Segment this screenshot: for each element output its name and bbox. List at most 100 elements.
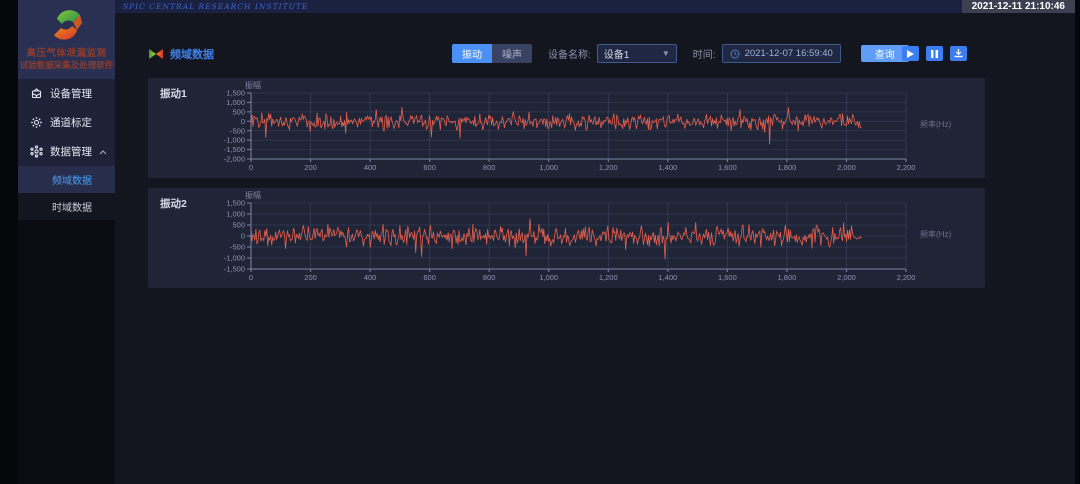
time-label: 时间:: [693, 46, 716, 61]
system-clock-wrap: 2021-12-11 21:10:46: [962, 0, 1075, 13]
device-icon: [30, 87, 43, 100]
screen: 高压气体泄漏监测 试验数据采集及处理软件 设备管理: [0, 0, 1080, 484]
play-button[interactable]: [902, 46, 919, 61]
app-title-line2: 试验数据采集及处理软件: [18, 60, 115, 71]
sidebar: 高压气体泄漏监测 试验数据采集及处理软件 设备管理: [18, 0, 115, 484]
sidebar-subitem-label: 时域数据: [52, 203, 92, 214]
datetime-input[interactable]: 2021-12-07 16:59:40: [722, 44, 841, 63]
chart-svg: 1,5001,0005000-500-1,000-1,500-2,0000200…: [206, 80, 926, 176]
download-button[interactable]: [950, 46, 967, 61]
x-tick-label: 2,000: [837, 163, 856, 172]
logo-block: 高压气体泄漏监测 试验数据采集及处理软件: [18, 0, 115, 79]
y-tick-label: -1,500: [224, 265, 245, 274]
x-tick-label: 1,200: [599, 163, 618, 172]
sidebar-item-frequency-domain-data[interactable]: 频域数据: [18, 166, 115, 193]
y-tick-label: -1,000: [224, 254, 245, 263]
org-title: SPIC CENTRAL RESEARCH INSTITUTE: [115, 2, 308, 11]
data-icon: [30, 145, 43, 158]
vibration-2-chart: 1,500 1,000 500 0 -500 -1,000 -1,500 0 200 400 600…: [206, 190, 926, 286]
sidebar-item-data-management[interactable]: 数据管理: [18, 137, 115, 166]
y-tick-label: -1,000: [224, 136, 245, 145]
calibration-gear-icon: [30, 116, 43, 129]
sidebar-subitem-label: 频域数据: [52, 176, 92, 187]
top-bar: SPIC CENTRAL RESEARCH INSTITUTE 2021-12-…: [115, 0, 1075, 13]
x-tick-label: 200: [304, 273, 317, 282]
sidebar-item-device-management[interactable]: 设备管理: [18, 79, 115, 108]
noise-toggle-button[interactable]: 噪声: [492, 44, 532, 63]
y-tick-label: 500: [232, 221, 245, 230]
sidebar-filler: [18, 220, 115, 484]
main-area: SPIC CENTRAL RESEARCH INSTITUTE 2021-12-…: [115, 0, 1075, 484]
system-clock: 2021-12-11 21:10:46: [972, 1, 1065, 12]
x-tick-label: 800: [483, 163, 496, 172]
y-tick-label: 1,500: [226, 199, 245, 208]
y-tick-label: 0: [241, 117, 245, 126]
bowtie-logo-icon: [148, 48, 164, 60]
x-tick-label: 2,000: [837, 273, 856, 282]
chart-panel-vibration-1: 振动1 1,5001,0005000-500-1,000-1,500-2,000…: [148, 78, 985, 178]
page-title-group: 频域数据: [148, 46, 214, 62]
x-tick-label: 0: [249, 163, 253, 172]
chart-svg: 1,500 1,000 500 0 -500 -1,000 -1,500 0 200 400 600…: [206, 190, 926, 286]
x-tick-label: 400: [364, 163, 377, 172]
x-tick-label: 1,000: [539, 163, 558, 172]
y-axis-label: 振幅: [245, 190, 261, 200]
sidebar-item-channel-calibration[interactable]: 通道标定: [18, 108, 115, 137]
sidebar-item-label: 设备管理: [50, 86, 92, 101]
content-area: 频域数据 振动 噪声 设备名称: 设备1 ▼ 时间:: [115, 13, 1075, 484]
x-tick-label: 1,600: [718, 163, 737, 172]
toolbar: 振动 噪声 设备名称: 设备1 ▼ 时间: 2021-12-07 16:59:4…: [452, 44, 909, 63]
vibration-1-chart: 1,5001,0005000-500-1,000-1,500-2,0000200…: [206, 80, 926, 176]
device-name-label: 设备名称:: [548, 46, 591, 61]
play-icon: [907, 50, 914, 58]
y-tick-label: 500: [232, 107, 245, 116]
window-edge-left: [0, 0, 18, 484]
signal-toggle-group: 振动 噪声: [452, 44, 532, 63]
x-tick-label: 800: [483, 273, 496, 282]
sidebar-item-label: 数据管理: [50, 144, 92, 159]
y-tick-label: -500: [230, 243, 245, 252]
vibration-toggle-button[interactable]: 振动: [452, 44, 492, 63]
waveform-line: [251, 107, 861, 144]
sidebar-nav: 设备管理 通道标定: [18, 79, 115, 220]
y-tick-label: 1,000: [226, 98, 245, 107]
y-tick-label: -1,500: [224, 145, 245, 154]
app-title-line1: 高压气体泄漏监测: [18, 48, 115, 60]
sidebar-item-label: 通道标定: [50, 115, 92, 130]
chart-title: 振动2: [160, 196, 187, 211]
x-tick-label: 1,400: [658, 163, 677, 172]
chart-title: 振动1: [160, 86, 187, 101]
window-edge-right: [1075, 0, 1080, 484]
chevron-down-icon: ▼: [662, 49, 670, 58]
x-axis-unit-label: 频率(Hz): [920, 119, 951, 130]
y-tick-label: 1,000: [226, 210, 245, 219]
x-tick-label: 1,400: [658, 273, 677, 282]
x-tick-label: 1,800: [778, 273, 797, 282]
sidebar-item-time-domain-data[interactable]: 时域数据: [18, 193, 115, 220]
chart-panel-vibration-2: 振动2 1,500 1,000 500 0 -500 -1,000 -1,500 0 200 40…: [148, 188, 985, 288]
y-tick-label: -2,000: [224, 155, 245, 164]
x-tick-label: 600: [423, 163, 436, 172]
x-axis-unit-label: 频率(Hz): [920, 229, 951, 240]
chart-action-buttons: [902, 46, 967, 61]
y-tick-label: 1,500: [226, 89, 245, 98]
y-tick-label: 0: [241, 232, 245, 241]
datetime-value: 2021-12-07 16:59:40: [745, 48, 833, 59]
app-logo-icon: [47, 6, 87, 44]
waveform-line: [251, 218, 861, 259]
x-tick-label: 1,200: [599, 273, 618, 282]
x-tick-label: 2,200: [897, 163, 916, 172]
y-tick-label: -500: [230, 126, 245, 135]
x-tick-label: 200: [304, 163, 317, 172]
page-title: 频域数据: [170, 46, 214, 62]
x-tick-label: 400: [364, 273, 377, 282]
x-tick-label: 0: [249, 273, 253, 282]
pause-icon: [931, 50, 938, 58]
x-tick-label: 600: [423, 273, 436, 282]
x-tick-label: 1,800: [778, 163, 797, 172]
device-select[interactable]: 设备1 ▼: [597, 44, 677, 63]
x-tick-label: 2,200: [897, 273, 916, 282]
x-tick-label: 1,600: [718, 273, 737, 282]
pause-button[interactable]: [926, 46, 943, 61]
clock-icon: [730, 49, 740, 59]
